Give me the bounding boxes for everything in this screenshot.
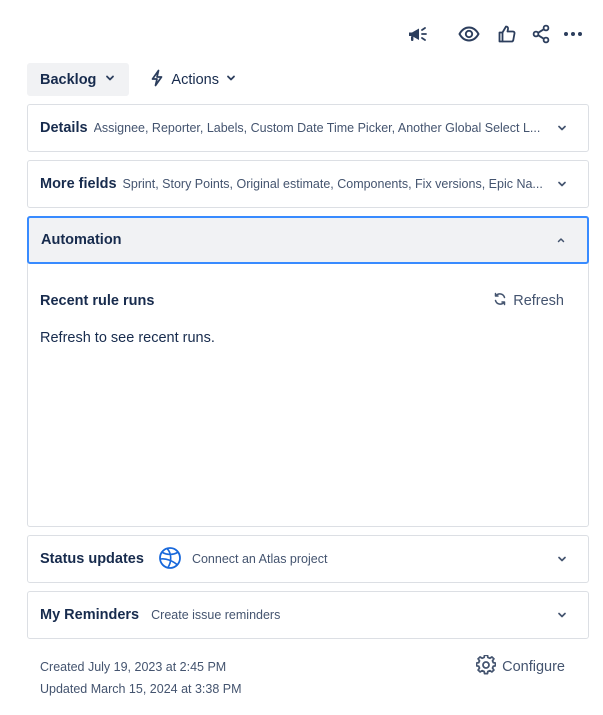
automation-panel-body: Recent rule runs Refresh Refresh to see … bbox=[28, 292, 588, 346]
connect-atlas-link[interactable]: Connect an Atlas project bbox=[158, 546, 328, 573]
details-panel-title: Details bbox=[40, 120, 88, 136]
refresh-label: Refresh bbox=[513, 293, 564, 309]
actions-label: Actions bbox=[171, 71, 219, 88]
eye-icon[interactable] bbox=[457, 22, 481, 46]
issue-toolbar: Backlog Actions bbox=[27, 63, 249, 96]
automation-panel-title: Automation bbox=[41, 232, 122, 248]
lightning-icon bbox=[149, 69, 165, 91]
status-updates-panel-title: Status updates bbox=[40, 551, 144, 567]
megaphone-icon[interactable] bbox=[405, 22, 429, 46]
updated-timestamp: Updated March 15, 2024 at 3:38 PM bbox=[40, 682, 242, 696]
reminders-panel-summary: Create issue reminders bbox=[151, 608, 281, 622]
chevron-down-icon bbox=[546, 178, 568, 190]
gear-icon bbox=[475, 654, 497, 679]
more-fields-panel-header[interactable]: More fields Sprint, Story Points, Origin… bbox=[28, 161, 588, 207]
more-fields-panel: More fields Sprint, Story Points, Origin… bbox=[27, 160, 589, 208]
issue-timestamps: Created July 19, 2023 at 2:45 PM Updated… bbox=[40, 656, 242, 700]
more-fields-panel-summary: Sprint, Story Points, Original estimate,… bbox=[122, 177, 543, 191]
details-panel-summary: Assignee, Reporter, Labels, Custom Date … bbox=[93, 121, 541, 135]
automation-panel-header[interactable]: Automation bbox=[27, 216, 589, 264]
refresh-icon bbox=[493, 292, 507, 310]
share-icon[interactable] bbox=[529, 22, 553, 46]
connect-atlas-label: Connect an Atlas project bbox=[191, 552, 328, 566]
issue-action-icons bbox=[405, 22, 585, 46]
chevron-down-icon bbox=[546, 609, 568, 621]
more-icon[interactable] bbox=[561, 22, 585, 46]
status-dropdown[interactable]: Backlog bbox=[27, 63, 130, 96]
recent-runs-empty-message: Refresh to see recent runs. bbox=[40, 330, 215, 346]
created-timestamp: Created July 19, 2023 at 2:45 PM bbox=[40, 660, 227, 674]
details-panel: Details Assignee, Reporter, Labels, Cust… bbox=[27, 104, 589, 152]
reminders-panel-header[interactable]: My Reminders Create issue reminders bbox=[28, 592, 588, 638]
chevron-up-icon bbox=[545, 234, 567, 246]
details-panel-header[interactable]: Details Assignee, Reporter, Labels, Cust… bbox=[28, 105, 588, 151]
recent-runs-header: Recent rule runs Refresh bbox=[40, 292, 576, 310]
chevron-down-icon bbox=[546, 553, 568, 565]
actions-dropdown[interactable]: Actions bbox=[137, 63, 249, 96]
status-updates-panel-header[interactable]: Status updates Connect an Atlas project bbox=[28, 536, 588, 582]
configure-button[interactable]: Configure bbox=[475, 654, 565, 679]
configure-label: Configure bbox=[502, 659, 565, 675]
atlas-globe-icon bbox=[158, 546, 182, 573]
refresh-button[interactable]: Refresh bbox=[493, 292, 576, 310]
chevron-down-icon bbox=[546, 122, 568, 134]
status-updates-panel: Status updates Connect an Atlas project bbox=[27, 535, 589, 583]
automation-panel: Automation Recent rule runs Refresh Refr… bbox=[27, 216, 589, 527]
chevron-down-icon bbox=[104, 72, 116, 88]
reminders-panel: My Reminders Create issue reminders bbox=[27, 591, 589, 639]
chevron-down-icon bbox=[225, 72, 237, 88]
thumbs-up-icon[interactable] bbox=[495, 22, 519, 46]
reminders-panel-title: My Reminders bbox=[40, 607, 140, 623]
more-fields-panel-title: More fields bbox=[40, 176, 117, 192]
recent-runs-title: Recent rule runs bbox=[40, 293, 155, 309]
status-label: Backlog bbox=[40, 71, 97, 88]
